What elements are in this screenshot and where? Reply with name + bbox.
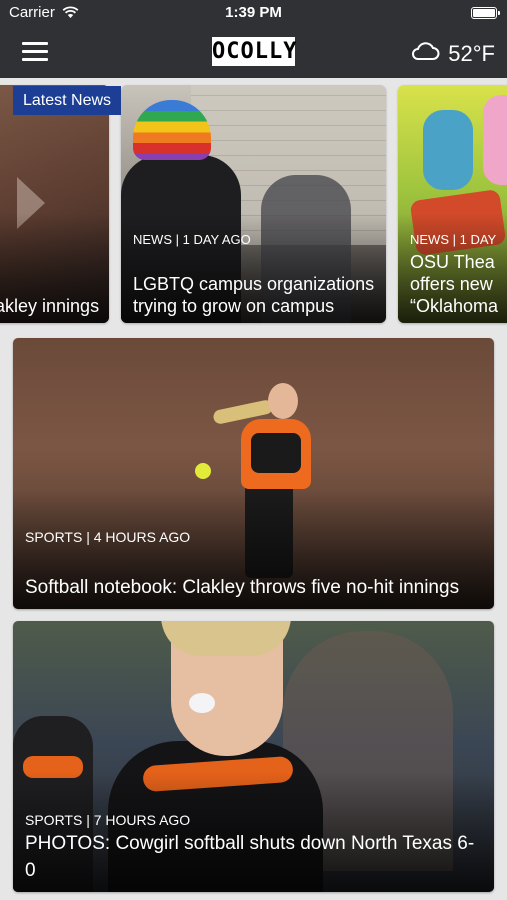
story-title: LGBTQ campus organizations trying to gro… <box>133 274 375 316</box>
menu-icon[interactable] <box>22 42 48 62</box>
story-meta: SPORTS | 4 HOURS AGO <box>25 529 191 545</box>
story-title: Softball notebook: Clakley throws five n… <box>25 577 460 598</box>
status-bar: Carrier 1:39 PM <box>0 0 507 26</box>
battery-icon <box>471 7 500 19</box>
latest-news-carousel[interactable]: : Clakley innings NEWS | 1 DAY AGO LGBTQ… <box>0 78 507 333</box>
cloud-icon <box>410 40 448 67</box>
latest-news-badge: Latest News <box>13 86 122 115</box>
story-meta: NEWS | 1 DAY AGO <box>133 232 251 247</box>
clock: 1:39 PM <box>225 4 282 21</box>
story-card[interactable]: SPORTS | 7 HOURS AGO PHOTOS: Cowgirl sof… <box>13 621 494 892</box>
story-title: OSU Thea offers new “Oklahoma <box>410 252 499 316</box>
story-title: PHOTOS: Cowgirl softball shuts down Nort… <box>25 833 475 881</box>
carousel-card[interactable]: NEWS | 1 DAY AGO LGBTQ campus organizati… <box>121 85 386 323</box>
temperature-label: 52°F <box>448 40 495 66</box>
carousel-card[interactable]: NEWS | 1 DAY OSU Thea offers new “Oklaho… <box>398 85 507 323</box>
story-meta: SPORTS | 7 HOURS AGO <box>25 812 191 828</box>
weather-widget[interactable]: 52°F <box>410 40 495 67</box>
story-meta: NEWS | 1 DAY <box>410 232 497 247</box>
story-title: : Clakley innings <box>0 296 100 316</box>
top-nav-bar: OCOLLY 52°F <box>0 26 507 78</box>
app-logo[interactable]: OCOLLY <box>212 37 296 66</box>
story-card[interactable]: SPORTS | 4 HOURS AGO Softball notebook: … <box>13 338 494 609</box>
carousel-card[interactable]: : Clakley innings <box>0 85 109 323</box>
